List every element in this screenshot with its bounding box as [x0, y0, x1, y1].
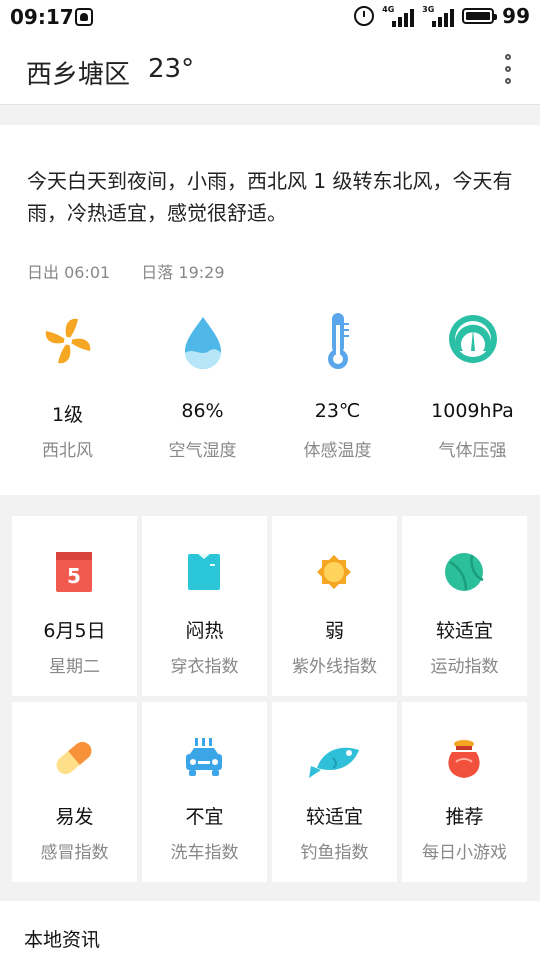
sun-times: 日出 06:01 日落 19:29	[27, 259, 251, 283]
index-date-value: 6月5日	[43, 620, 106, 642]
sun-icon	[317, 555, 351, 589]
car-wash-icon	[186, 738, 222, 776]
index-sport-value: 较适宜	[435, 620, 493, 642]
pressure-value: 1009hPa	[431, 400, 514, 422]
shirt-icon	[188, 554, 220, 590]
notification-icon	[75, 8, 93, 26]
weather-description: 今天白天到夜间，小雨，西北风 1 级转东北风，今天有雨，冷热适宜，感觉很舒适。	[27, 169, 513, 225]
app-header: 西乡塘区 23°	[0, 34, 540, 105]
calendar-icon: 5	[56, 552, 92, 592]
current-temperature: 23°	[148, 54, 195, 84]
life-index-grid: 5 6月5日 星期二 闷热 穿衣指数 弱 紫外线指数 较适宜 运动指数 易发 感…	[12, 516, 529, 882]
battery-icon	[462, 8, 498, 24]
local-news-title[interactable]: 本地资讯	[24, 925, 100, 952]
index-tile-fishing[interactable]: 较适宜 钓鱼指数	[272, 702, 397, 882]
index-uv-value: 弱	[324, 620, 344, 642]
weather-summary-card: 今天白天到夜间，小雨，西北风 1 级转东北风，今天有雨，冷热适宜，感觉很舒适。 …	[0, 125, 540, 495]
humidity-drop-icon	[185, 317, 221, 369]
index-fishing-label: 钓鱼指数	[300, 843, 369, 863]
index-sport-label: 运动指数	[430, 657, 499, 677]
index-carwash-label: 洗车指数	[170, 843, 239, 863]
local-news-section: 本地资讯	[0, 901, 540, 960]
ball-icon	[445, 553, 484, 591]
network-4g-label: 4G	[382, 5, 395, 14]
sunrise-time: 日出 06:01	[27, 263, 111, 282]
calendar-day: 5	[67, 564, 81, 588]
lucky-bag-icon	[448, 740, 480, 778]
wind-direction: 西北风	[42, 441, 93, 461]
metric-wind: 1级 西北风	[0, 305, 135, 465]
index-tile-carwash[interactable]: 不宜 洗车指数	[142, 702, 267, 882]
index-tile-uv[interactable]: 弱 紫外线指数	[272, 516, 397, 696]
fish-icon	[309, 747, 359, 778]
index-game-label: 每日小游戏	[422, 843, 507, 863]
pill-icon	[56, 741, 92, 775]
index-tile-clothing[interactable]: 闷热 穿衣指数	[142, 516, 267, 696]
city-name[interactable]: 西乡塘区	[26, 54, 130, 91]
index-cold-label: 感冒指数	[40, 843, 109, 863]
index-cold-value: 易发	[55, 806, 94, 828]
index-uv-label: 紫外线指数	[292, 657, 377, 677]
index-tile-game[interactable]: 推荐 每日小游戏	[402, 702, 527, 882]
status-icons: 4G 3G 99	[354, 4, 530, 28]
index-game-value: 推荐	[445, 806, 484, 828]
metric-feels-like: 23℃ 体感温度	[270, 305, 405, 465]
index-carwash-value: 不宜	[185, 806, 224, 828]
sunset-time: 日落 19:29	[141, 263, 225, 282]
metric-pressure: 1009hPa 气体压强	[405, 305, 540, 465]
index-tile-sport[interactable]: 较适宜 运动指数	[402, 516, 527, 696]
network-3g-label: 3G	[422, 5, 435, 14]
humidity-value: 86%	[181, 400, 224, 422]
weather-metrics: 1级 西北风 86% 空气湿度 23℃ 体感温度 1009hPa 气体压强	[0, 305, 540, 465]
status-time: 09:17	[10, 5, 74, 29]
wind-icon	[45, 318, 91, 364]
more-menu-icon[interactable]	[500, 54, 516, 84]
alarm-icon	[354, 6, 375, 26]
index-tile-cold[interactable]: 易发 感冒指数	[12, 702, 137, 882]
index-fishing-value: 较适宜	[305, 806, 363, 828]
feels-like-value: 23℃	[314, 400, 361, 422]
pressure-label: 气体压强	[438, 441, 507, 461]
metric-humidity: 86% 空气湿度	[135, 305, 270, 465]
thermometer-icon	[328, 313, 349, 369]
battery-level: 99	[502, 4, 530, 28]
index-clothing-label: 穿衣指数	[170, 657, 239, 677]
index-date-label: 星期二	[49, 657, 100, 677]
signal-4g-icon: 4G	[382, 5, 415, 27]
wind-level: 1级	[51, 404, 84, 426]
pressure-gauge-icon	[449, 315, 497, 363]
feels-like-label: 体感温度	[303, 441, 372, 461]
index-clothing-value: 闷热	[185, 620, 224, 642]
index-tile-date[interactable]: 5 6月5日 星期二	[12, 516, 137, 696]
signal-3g-icon: 3G	[422, 5, 455, 27]
status-bar: 09:17 4G 3G 99	[0, 0, 540, 34]
humidity-label: 空气湿度	[168, 441, 237, 461]
